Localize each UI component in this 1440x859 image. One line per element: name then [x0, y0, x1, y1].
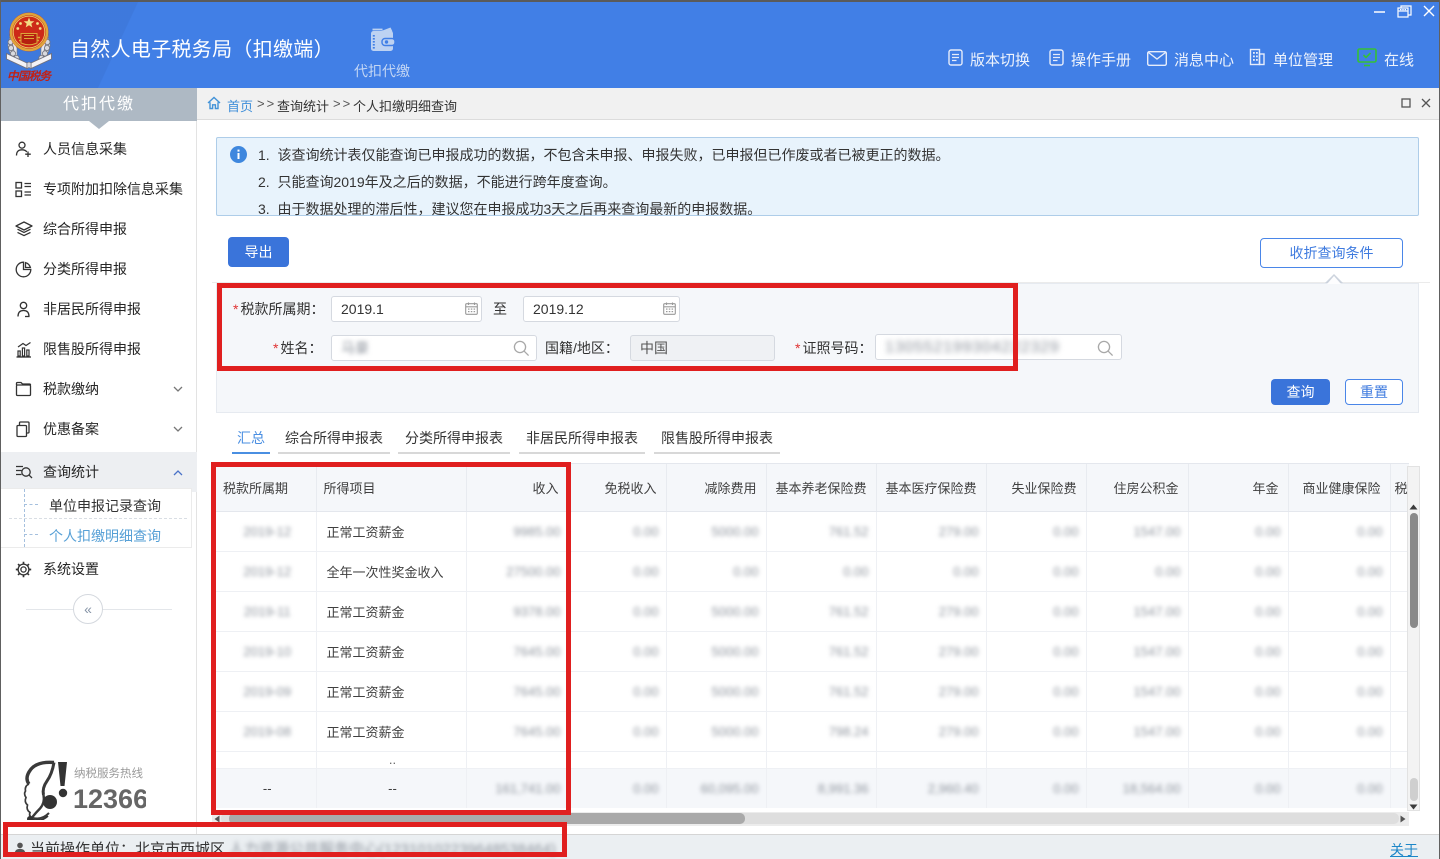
svg-text:纳税服务热线: 纳税服务热线	[74, 766, 143, 780]
svg-text:12366: 12366	[73, 784, 146, 814]
svg-text:中国税务: 中国税务	[7, 70, 53, 82]
